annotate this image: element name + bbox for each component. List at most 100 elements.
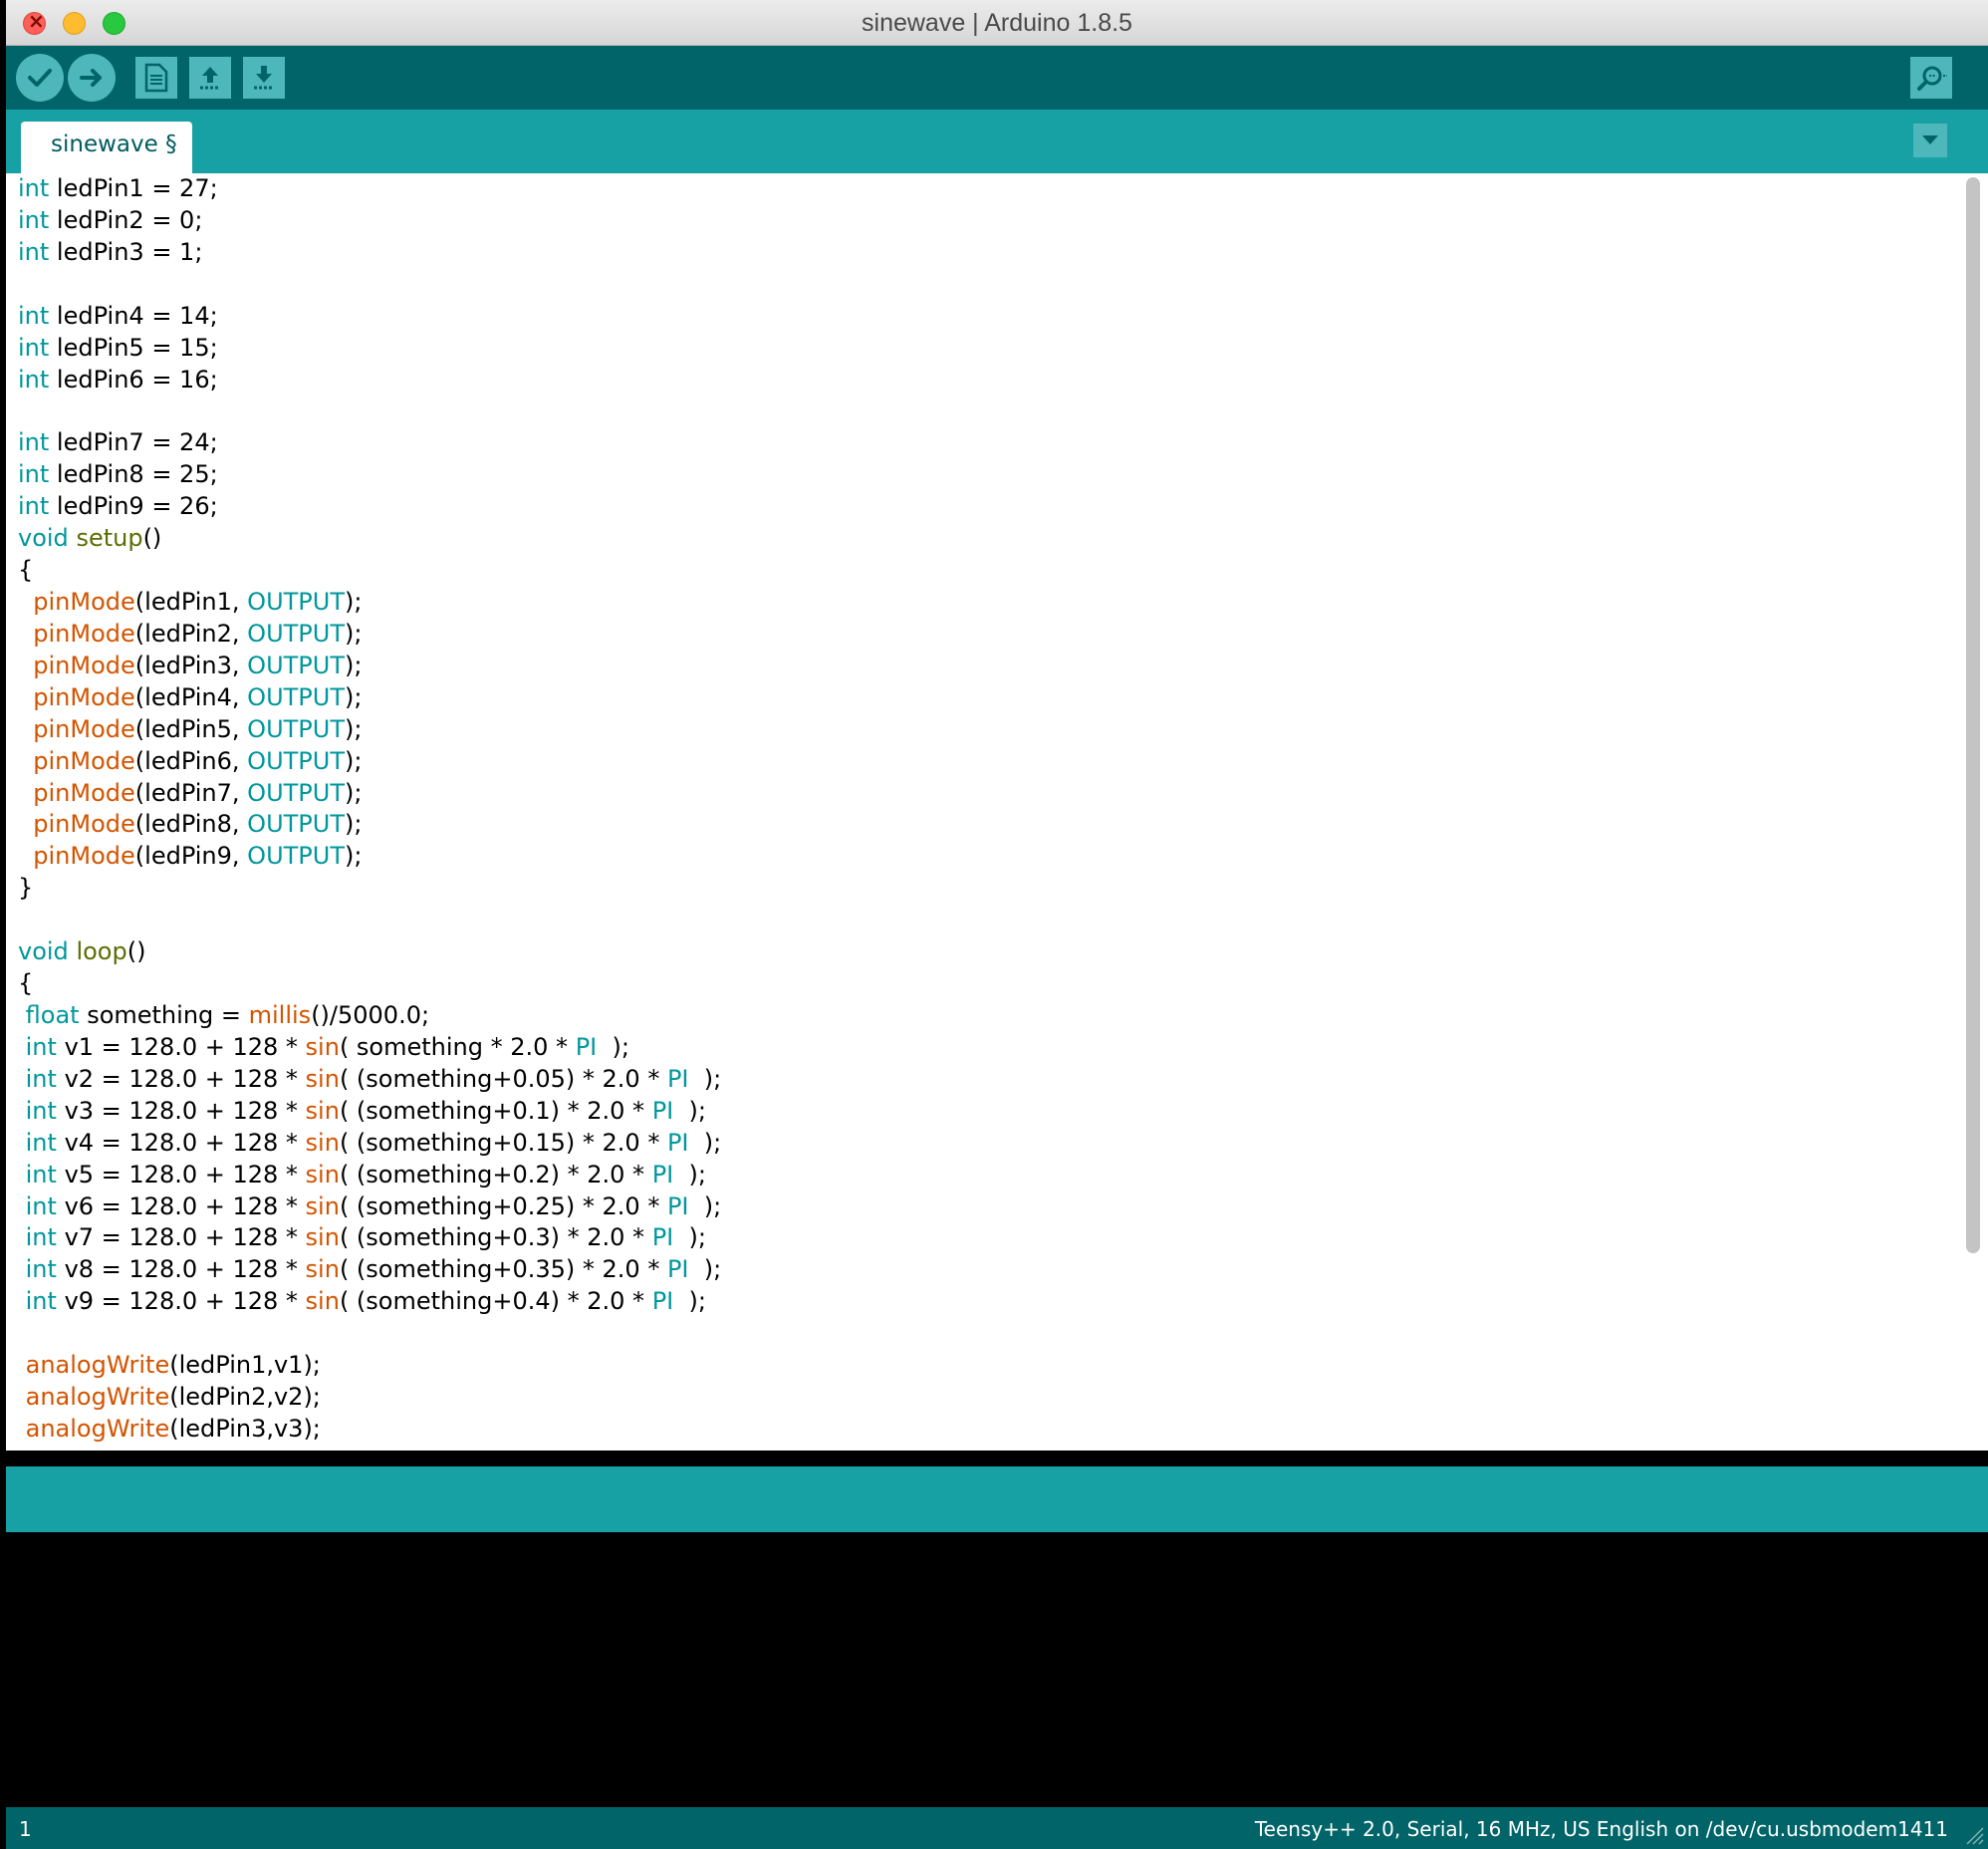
arduino-window: sinewave | Arduino 1.8.5 bbox=[6, 0, 1988, 1849]
code-line[interactable]: int v5 = 128.0 + 128 * sin( (something+0… bbox=[18, 1160, 721, 1191]
code-token: v9 = 128.0 + 128 * bbox=[56, 1287, 306, 1316]
new-sketch-button[interactable] bbox=[135, 57, 177, 99]
code-token: void bbox=[18, 937, 69, 966]
code-line[interactable]: analogWrite(ledPin2,v2); bbox=[18, 1382, 721, 1414]
code-line[interactable]: pinMode(ledPin3, OUTPUT); bbox=[18, 651, 721, 682]
code-line[interactable]: int v9 = 128.0 + 128 * sin( (something+0… bbox=[18, 1286, 721, 1318]
code-token: PI bbox=[666, 1128, 689, 1157]
code-line[interactable]: int ledPin9 = 26; bbox=[18, 491, 721, 523]
code-token: PI bbox=[575, 1032, 598, 1061]
code-token: int bbox=[18, 365, 50, 394]
code-line[interactable]: analogWrite(ledPin3,v3); bbox=[18, 1414, 721, 1446]
code-line[interactable]: int v3 = 128.0 + 128 * sin( (something+0… bbox=[18, 1096, 721, 1128]
code-token: pinMode bbox=[33, 778, 135, 807]
console-output[interactable] bbox=[6, 1532, 1988, 1807]
code-token: OUTPUT bbox=[247, 714, 345, 743]
code-line[interactable]: int v4 = 128.0 + 128 * sin( (something+0… bbox=[18, 1128, 722, 1160]
code-line[interactable]: pinMode(ledPin6, OUTPUT); bbox=[18, 746, 721, 778]
code-line[interactable]: int v6 = 128.0 + 128 * sin( (something+0… bbox=[18, 1191, 722, 1223]
code-line[interactable]: int ledPin5 = 15; bbox=[18, 333, 721, 365]
code-token: ledPin4 = 14; bbox=[49, 301, 218, 330]
code-line[interactable]: pinMode(ledPin7, OUTPUT); bbox=[18, 778, 721, 810]
code-line[interactable]: analogWrite(ledPin1,v1); bbox=[18, 1350, 721, 1382]
code-token: int bbox=[25, 1064, 57, 1093]
code-token: sin bbox=[305, 1064, 340, 1093]
code-line[interactable]: } bbox=[18, 873, 721, 905]
code-token: ( (something+0.05) * 2.0 * bbox=[339, 1064, 667, 1093]
code-token: ); bbox=[345, 682, 363, 711]
code-token: int bbox=[18, 333, 50, 362]
code-token: int bbox=[25, 1096, 57, 1125]
code-line[interactable]: pinMode(ledPin5, OUTPUT); bbox=[18, 714, 721, 746]
code-line[interactable]: pinMode(ledPin2, OUTPUT); bbox=[18, 619, 721, 651]
code-token: ); bbox=[673, 1096, 706, 1125]
code-line[interactable]: int ledPin2 = 0; bbox=[18, 205, 721, 237]
code-line[interactable] bbox=[18, 905, 721, 936]
code-line[interactable]: int ledPin4 = 14; bbox=[18, 301, 721, 333]
code-editor[interactable]: int ledPin1 = 27; int ledPin2 = 0; int led… bbox=[6, 173, 1988, 1451]
code-token: ledPin9 = 26; bbox=[49, 492, 218, 521]
code-token: int bbox=[18, 205, 50, 234]
code-line[interactable]: int v7 = 128.0 + 128 * sin( (something+0… bbox=[18, 1222, 721, 1254]
code-line[interactable]: int ledPin1 = 27; bbox=[18, 173, 721, 205]
code-token: v6 = 128.0 + 128 * bbox=[56, 1191, 306, 1220]
code-token: ledPin3 = 1; bbox=[49, 237, 203, 266]
code-token: pinMode bbox=[33, 810, 135, 839]
code-line[interactable]: float something = millis()/5000.0; bbox=[18, 1000, 721, 1032]
code-line[interactable]: int ledPin6 = 16; bbox=[18, 365, 721, 396]
code-token: (ledPin4, bbox=[134, 682, 248, 711]
new-document-icon bbox=[144, 63, 168, 93]
serial-monitor-button[interactable] bbox=[1910, 57, 1952, 99]
code-token: pinMode bbox=[33, 682, 135, 711]
code-line[interactable]: int v1 = 128.0 + 128 * sin( something * … bbox=[18, 1032, 721, 1064]
code-line[interactable]: pinMode(ledPin9, OUTPUT); bbox=[18, 841, 721, 873]
code-line[interactable]: int ledPin3 = 1; bbox=[18, 237, 721, 269]
code-token: sin bbox=[305, 1191, 340, 1220]
code-line[interactable]: void loop() bbox=[18, 936, 721, 968]
code-token: OUTPUT bbox=[247, 778, 345, 807]
code-token: ledPin7 = 24; bbox=[49, 428, 218, 457]
code-line[interactable]: { bbox=[18, 555, 721, 587]
code-token: something = bbox=[79, 1000, 249, 1029]
toolbar bbox=[6, 46, 1988, 110]
resize-grip-icon[interactable] bbox=[1962, 1823, 1984, 1845]
code-line[interactable]: pinMode(ledPin8, OUTPUT); bbox=[18, 809, 721, 841]
save-sketch-button[interactable] bbox=[243, 57, 285, 99]
code-token: (ledPin7, bbox=[134, 778, 248, 807]
code-token: void bbox=[18, 524, 69, 553]
save-arrow-down-icon bbox=[254, 66, 274, 90]
current-line-number: 1 bbox=[19, 1817, 32, 1841]
code-line[interactable]: { bbox=[18, 968, 721, 1000]
title-bar[interactable]: sinewave | Arduino 1.8.5 bbox=[6, 0, 1988, 46]
open-sketch-button[interactable] bbox=[189, 57, 231, 99]
code-line[interactable] bbox=[18, 269, 721, 301]
code-text[interactable]: int ledPin1 = 27; int ledPin2 = 0; int led… bbox=[18, 173, 721, 1446]
code-token: ); bbox=[345, 651, 363, 679]
code-token: sin bbox=[305, 1032, 340, 1061]
code-line[interactable]: pinMode(ledPin1, OUTPUT); bbox=[18, 587, 721, 619]
code-token: OUTPUT bbox=[247, 746, 345, 775]
verify-button[interactable] bbox=[16, 54, 64, 102]
code-line[interactable]: int ledPin7 = 24; bbox=[18, 427, 721, 459]
upload-button[interactable] bbox=[68, 54, 116, 102]
code-line[interactable]: int v2 = 128.0 + 128 * sin( (something+0… bbox=[18, 1064, 722, 1096]
code-line[interactable] bbox=[18, 1318, 721, 1350]
code-line[interactable]: pinMode(ledPin4, OUTPUT); bbox=[18, 682, 721, 714]
code-line[interactable]: void setup() bbox=[18, 523, 721, 555]
code-token: int bbox=[25, 1287, 57, 1316]
code-line[interactable]: int ledPin8 = 25; bbox=[18, 459, 721, 491]
code-token: v2 = 128.0 + 128 * bbox=[56, 1064, 306, 1093]
code-line[interactable] bbox=[18, 396, 721, 427]
tab-sinewave[interactable]: sinewave § bbox=[21, 122, 192, 173]
tab-menu-button[interactable] bbox=[1913, 124, 1947, 157]
code-line[interactable]: int v8 = 128.0 + 128 * sin( (something+0… bbox=[18, 1254, 722, 1286]
code-token: float bbox=[25, 1000, 80, 1029]
vertical-scrollbar[interactable] bbox=[1966, 177, 1980, 1253]
code-token: sin bbox=[305, 1223, 340, 1252]
